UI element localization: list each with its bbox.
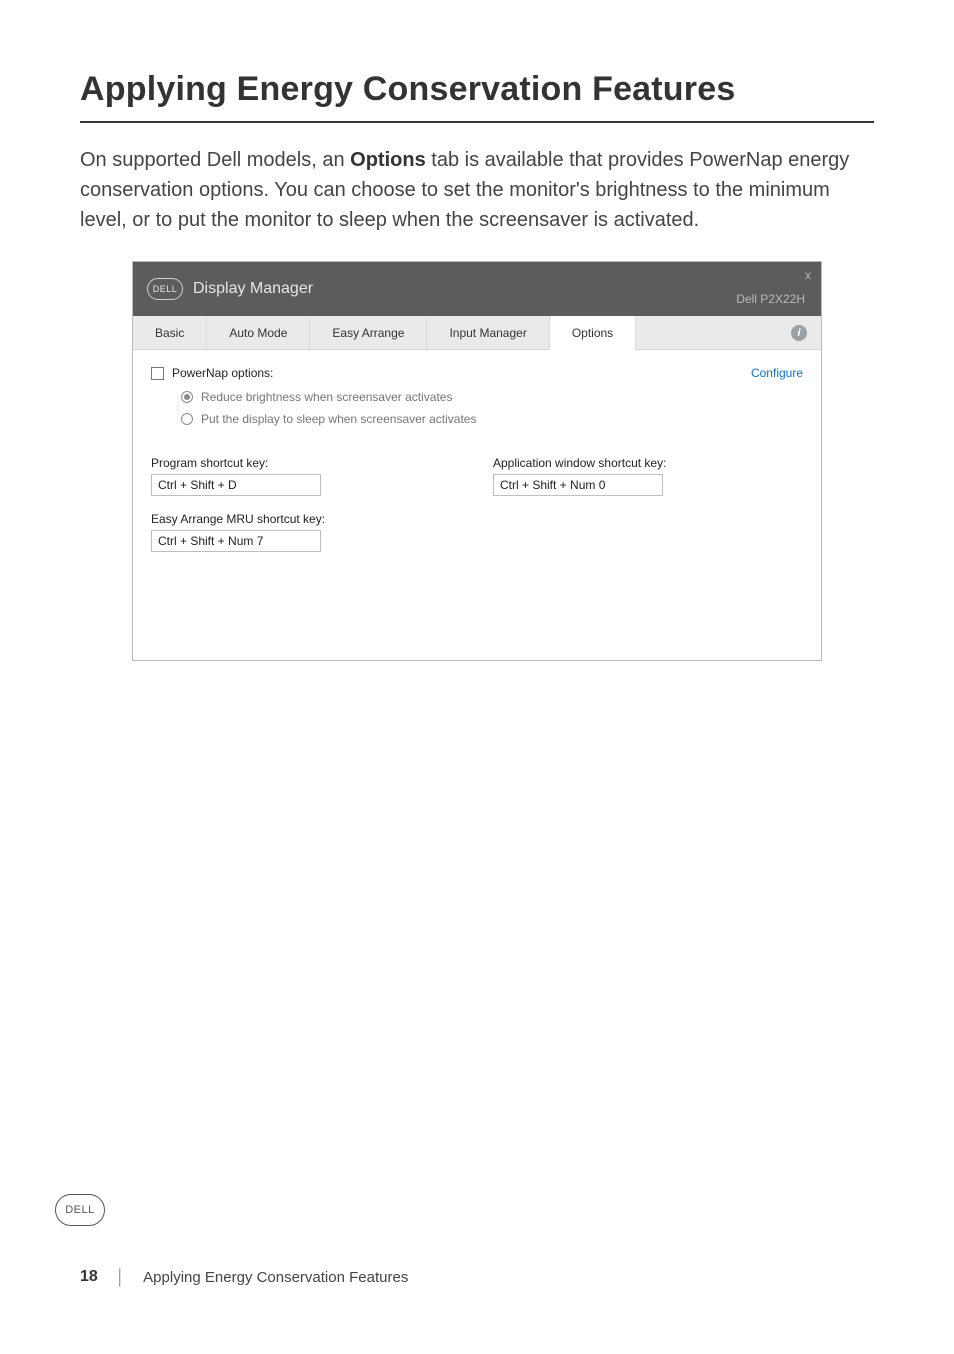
footer-separator: │: [116, 1269, 125, 1286]
intro-paragraph: On supported Dell models, an Options tab…: [80, 145, 874, 235]
tab-basic[interactable]: Basic: [133, 316, 207, 349]
mru-shortcut-label: Easy Arrange MRU shortcut key:: [151, 512, 461, 526]
powernap-label: PowerNap options:: [172, 366, 273, 380]
screenshot-wrap: DELL Display Manager Dell P2X22H x Basic…: [80, 261, 874, 661]
shortcut-grid: Program shortcut key: Application window…: [151, 456, 803, 552]
radio-sleep[interactable]: [181, 413, 193, 425]
powernap-left: PowerNap options:: [151, 366, 273, 380]
program-shortcut-label: Program shortcut key:: [151, 456, 461, 470]
window-title: Display Manager: [193, 280, 313, 298]
tab-bar: Basic Auto Mode Easy Arrange Input Manag…: [133, 316, 821, 350]
mru-shortcut-block: Easy Arrange MRU shortcut key:: [151, 512, 461, 552]
radio-reduce-brightness-label: Reduce brightness when screensaver activ…: [201, 390, 452, 404]
display-manager-window: DELL Display Manager Dell P2X22H x Basic…: [132, 261, 822, 661]
page-title: Applying Energy Conservation Features: [80, 70, 874, 109]
tab-options[interactable]: Options: [550, 316, 636, 350]
tab-input-manager[interactable]: Input Manager: [427, 316, 549, 349]
window-model-label: Dell P2X22H: [736, 292, 805, 306]
tab-easy-arrange[interactable]: Easy Arrange: [310, 316, 427, 349]
configure-link[interactable]: Configure: [751, 366, 803, 380]
radio-sleep-label: Put the display to sleep when screensave…: [201, 412, 476, 426]
appwin-shortcut-block: Application window shortcut key:: [493, 456, 803, 496]
title-rule: [80, 121, 874, 123]
powernap-radio-group: Reduce brightness when screensaver activ…: [181, 390, 803, 426]
program-shortcut-block: Program shortcut key:: [151, 456, 461, 496]
appwin-shortcut-input[interactable]: [493, 474, 663, 496]
intro-before: On supported Dell models, an: [80, 149, 350, 171]
program-shortcut-input[interactable]: [151, 474, 321, 496]
info-button[interactable]: i: [777, 316, 821, 349]
radio-reduce-brightness[interactable]: [181, 391, 193, 403]
window-header: DELL Display Manager Dell P2X22H x: [133, 262, 821, 316]
intro-bold: Options: [350, 149, 426, 171]
tab-auto-mode[interactable]: Auto Mode: [207, 316, 310, 349]
info-icon: i: [791, 325, 807, 341]
footer-line: 18 │ Applying Energy Conservation Featur…: [80, 1268, 408, 1286]
radio-reduce-brightness-row: Reduce brightness when screensaver activ…: [181, 390, 803, 404]
powernap-checkbox[interactable]: [151, 367, 164, 380]
window-body: PowerNap options: Configure Reduce brigh…: [133, 350, 821, 660]
powernap-row: PowerNap options: Configure: [151, 366, 803, 380]
appwin-shortcut-label: Application window shortcut key:: [493, 456, 803, 470]
radio-sleep-row: Put the display to sleep when screensave…: [181, 412, 803, 426]
tab-spacer: [636, 316, 777, 349]
page-number: 18: [80, 1268, 98, 1286]
footer-dell-logo-icon: DELL: [55, 1194, 105, 1226]
dell-logo-icon: DELL: [147, 278, 183, 300]
close-icon[interactable]: x: [805, 268, 811, 282]
document-page: Applying Energy Conservation Features On…: [0, 0, 954, 1354]
footer-section-title: Applying Energy Conservation Features: [143, 1269, 408, 1286]
mru-shortcut-input[interactable]: [151, 530, 321, 552]
